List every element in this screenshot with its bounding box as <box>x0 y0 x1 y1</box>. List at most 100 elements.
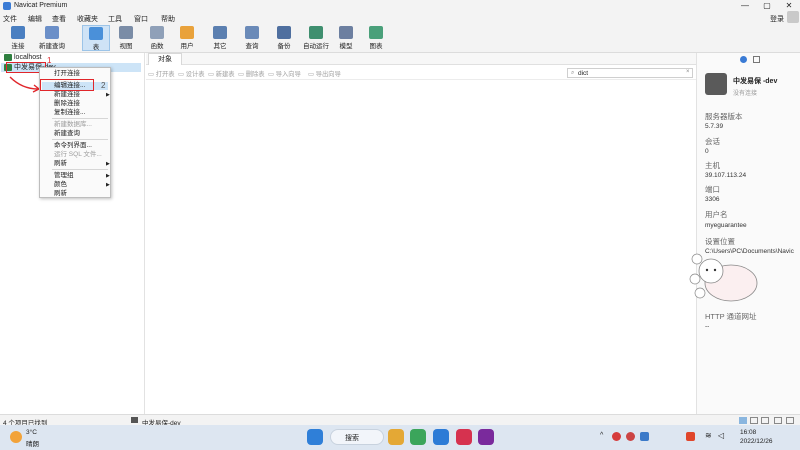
menu-separator <box>52 118 108 119</box>
object-search-input[interactable]: ⌕ dict × <box>567 68 693 78</box>
context-menu-item[interactable]: 新建查询 <box>54 130 80 138</box>
main-toolbar: 连接 新建查询 表 视图 函数 用户 其它 查询 备份 自动运行 模型 图表 <box>0 23 800 53</box>
menu-separator <box>52 139 108 140</box>
import-wizard-button[interactable]: ▭ 导入向导 <box>268 69 301 78</box>
context-menu-item[interactable]: 命令列界面... <box>54 142 92 150</box>
toolbar-user-button[interactable]: 用户 <box>173 25 201 51</box>
context-menu-item[interactable]: 删除连接 <box>54 100 80 108</box>
toolbar-model-button[interactable]: 模型 <box>332 25 360 51</box>
toolbar-label: 备份 <box>277 43 291 50</box>
context-menu-label: 刷新 <box>54 190 67 197</box>
search-value: dict <box>578 70 589 77</box>
context-menu-item[interactable]: 复制连接... <box>54 109 85 117</box>
list-view-icon[interactable] <box>750 417 758 424</box>
context-menu-label: 复制连接... <box>54 109 86 116</box>
toolbar-table-button[interactable]: 表 <box>82 25 110 51</box>
search-icon: ⌕ <box>571 70 575 76</box>
connection-logo-icon <box>705 73 727 95</box>
vscode-icon[interactable] <box>433 429 449 445</box>
submenu-arrow-icon: ▶ <box>106 161 110 167</box>
context-menu-item[interactable]: 颜色 ▶ <box>54 181 110 189</box>
toolbar-auto-run-button[interactable]: 自动运行 <box>300 25 332 51</box>
tray-app-icon[interactable] <box>612 432 621 441</box>
open-table-button[interactable]: ▭ 打开表 <box>148 69 175 78</box>
status-bar: 4 个项目已找到 中发易保-dev <box>0 414 800 427</box>
connection-localhost[interactable]: localhost <box>4 53 42 62</box>
wifi-icon[interactable]: ≋ <box>705 431 712 440</box>
panel-toggle-icon[interactable] <box>786 417 794 424</box>
weather-icon[interactable] <box>10 431 22 443</box>
info-panel: 中发易保 -dev 没有连接 服务器版本 5.7.39 会话 0 主机 39.107.11… <box>689 53 800 414</box>
import-wizard-icon: ▭ <box>268 71 276 78</box>
context-menu-label: 管理组 <box>54 172 74 179</box>
start-icon[interactable] <box>307 429 323 445</box>
other-icon <box>213 26 227 39</box>
toolbar-connection-button[interactable]: 连接 <box>4 25 32 51</box>
function-icon <box>150 26 164 39</box>
backup-icon <box>277 26 291 39</box>
toolbar-label: 连接 <box>11 43 25 50</box>
export-wizard-button[interactable]: ▭ 导出向导 <box>308 69 341 78</box>
tray-wps-icon[interactable] <box>686 432 695 441</box>
tray-expand-icon[interactable]: ^ <box>600 432 603 439</box>
info-field-value: 3306 <box>705 196 720 203</box>
design-table-icon: ▭ <box>178 71 186 78</box>
context-menu-label: 新建查询 <box>54 130 80 137</box>
submenu-arrow-icon: ▶ <box>106 92 110 98</box>
ddl-icon[interactable] <box>753 56 760 63</box>
toolbar-label: 函数 <box>150 43 164 50</box>
context-menu-item[interactable]: 刷新 <box>54 190 67 198</box>
new-query-icon <box>45 26 59 39</box>
context-menu-label: 运行 SQL 文件... <box>54 151 102 158</box>
context-menu-item[interactable]: 打开连接 <box>54 70 80 78</box>
tray-app3-icon[interactable] <box>640 432 649 441</box>
new-table-button[interactable]: ▭ 新建表 <box>208 69 235 78</box>
avatar-icon[interactable] <box>787 11 799 23</box>
toolbar-label: 查询 <box>245 43 259 50</box>
detail-view-icon[interactable] <box>761 417 769 424</box>
taskbar-search-label: 搜索 <box>345 435 359 442</box>
model-icon <box>339 26 353 39</box>
volume-icon[interactable]: ◁ <box>718 431 724 440</box>
app-red-icon[interactable] <box>456 429 472 445</box>
toolbar-chart-button[interactable]: 图表 <box>362 25 390 51</box>
delete-table-button[interactable]: ▭ 删除表 <box>238 69 265 78</box>
toolbar-label: 视图 <box>119 43 133 50</box>
context-menu-label: 删除连接 <box>54 100 80 107</box>
action-label: 打开表 <box>155 71 175 78</box>
minimize-button[interactable]: — <box>734 0 756 12</box>
maximize-button[interactable]: ▢ <box>756 0 778 12</box>
action-label: 导出向导 <box>315 71 341 78</box>
chrome-icon[interactable] <box>388 429 404 445</box>
info-field-value: -- <box>705 323 710 330</box>
context-menu-item: 新建数据库... <box>54 121 92 129</box>
grid-view-icon[interactable] <box>739 417 747 424</box>
context-menu-item[interactable]: 刷新 ▶ <box>54 160 110 168</box>
submenu-arrow-icon: ▶ <box>106 182 110 188</box>
design-table-button[interactable]: ▭ 设计表 <box>178 69 205 78</box>
info-field-label: 用户名 <box>705 210 728 219</box>
clear-search-icon[interactable]: × <box>686 69 690 75</box>
context-menu-item[interactable]: 新建连接 ▶ <box>54 91 110 99</box>
info-icon[interactable] <box>740 56 747 63</box>
context-menu-item[interactable]: 管理组 ▶ <box>54 172 110 180</box>
tray-app2-icon[interactable] <box>626 432 635 441</box>
toolbar-view-button[interactable]: 视图 <box>112 25 140 51</box>
context-menu-label: 新建数据库... <box>54 121 92 128</box>
navicat-taskbar-icon[interactable] <box>410 429 426 445</box>
app-purple-icon[interactable] <box>478 429 494 445</box>
info-conn-status: 没有连接 <box>733 91 758 97</box>
cartoon-sticker-icon <box>689 253 758 302</box>
toolbar-query-button[interactable]: 查询 <box>238 25 266 51</box>
toolbar-new-query-button[interactable]: 新建查询 <box>36 25 68 51</box>
toolbar-other-button[interactable]: 其它 <box>206 25 234 51</box>
toolbar-backup-button[interactable]: 备份 <box>270 25 298 51</box>
context-menu-label: 颜色 <box>54 181 67 188</box>
taskbar-search-button[interactable]: 搜索 <box>330 429 384 445</box>
context-menu-label: 命令列界面... <box>54 142 92 149</box>
toolbar-function-button[interactable]: 函数 <box>143 25 171 51</box>
toolbar-label: 新建查询 <box>39 43 65 50</box>
layout-icon[interactable] <box>774 417 782 424</box>
tab-objects[interactable]: 对象 <box>148 53 182 65</box>
window-title: Navicat Premium <box>14 2 68 9</box>
